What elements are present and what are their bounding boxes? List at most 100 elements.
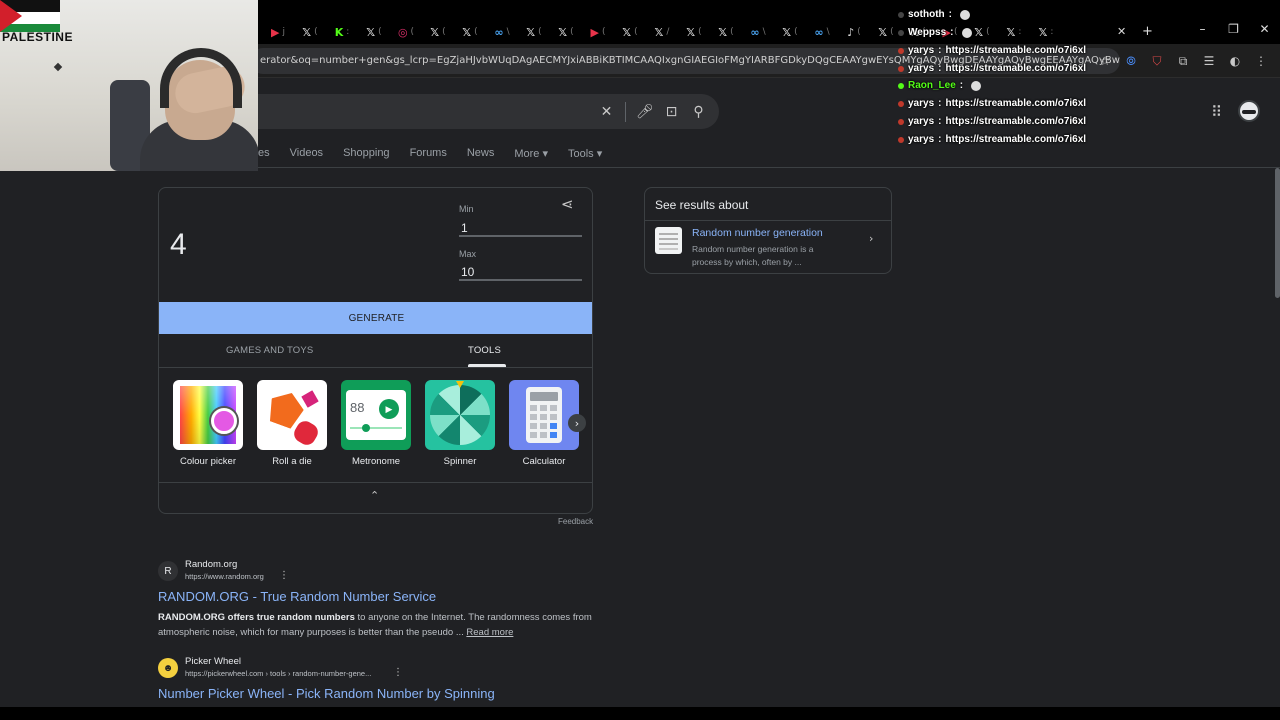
browser-tab[interactable]: 𝕏 /: [646, 22, 678, 42]
search-tab[interactable]: Tools ▾: [568, 147, 602, 160]
chat-message: Weppss :: [898, 27, 972, 38]
chevron-right-icon[interactable]: ›: [869, 232, 873, 245]
tool-spinner[interactable]: Spinner: [425, 380, 495, 467]
search-icon[interactable]: ⚲: [690, 104, 707, 120]
instagram-icon: ◎: [397, 25, 408, 39]
more-options-icon[interactable]: ⋮: [279, 570, 289, 581]
search-tab[interactable]: Videos: [290, 147, 323, 160]
emotes: [961, 27, 972, 38]
browser-tab[interactable]: 𝕏(: [710, 22, 742, 42]
browser-tab[interactable]: ◎(: [390, 22, 422, 42]
chat-username: sothoth: [908, 9, 945, 20]
browser-tab[interactable]: 𝕏(: [614, 22, 646, 42]
tab-title: \: [506, 27, 510, 37]
x-icon: 𝕏: [1006, 25, 1016, 39]
tools-next-chevron-icon[interactable]: ›: [568, 414, 586, 432]
search-tab[interactable]: Shopping: [343, 147, 390, 160]
close-tab-icon[interactable]: ✕: [1117, 25, 1126, 38]
extension-shield-icon[interactable]: ⛉: [1148, 54, 1166, 69]
browser-tab[interactable]: 𝕏(: [678, 22, 710, 42]
search-tab[interactable]: More ▾: [514, 147, 548, 160]
browser-tab[interactable]: ▶(: [582, 22, 614, 42]
chat-message: yarys : https://streamable.com/o7i6xl: [898, 63, 1086, 74]
browser-tab[interactable]: 𝕏:: [1030, 22, 1062, 42]
tool-label: Metronome: [351, 456, 401, 467]
site-url[interactable]: https://www.random.org: [185, 572, 264, 581]
x-icon: 𝕏: [302, 25, 312, 39]
tab-tools[interactable]: TOOLS: [468, 345, 501, 356]
tab-title: (: [794, 27, 798, 37]
app-icon: ∞: [814, 25, 824, 39]
search-tab[interactable]: es: [258, 147, 270, 160]
tab-games-and-toys[interactable]: GAMES AND TOYS: [226, 345, 313, 356]
chat-username: Weppss: [908, 27, 947, 38]
browser-tab[interactable]: ▶ j: [262, 22, 294, 42]
bookmark-star-icon[interactable]: ☆: [1096, 54, 1114, 69]
browser-tab[interactable]: 𝕏:: [998, 22, 1030, 42]
browser-tab[interactable]: 𝕏(: [358, 22, 390, 42]
page-scrollbar[interactable]: [1275, 168, 1280, 298]
user-badge-icon: [898, 100, 904, 107]
metronome-bpm: 88: [350, 400, 365, 415]
menu-kebab-icon[interactable]: ⋮: [1252, 54, 1270, 69]
voice-search-icon[interactable]: 🎤︎: [636, 104, 654, 120]
browser-tab[interactable]: K:: [326, 22, 358, 42]
tab-title: :: [1018, 27, 1022, 37]
browser-tab[interactable]: ♪(: [838, 22, 870, 42]
result-title[interactable]: Number Picker Wheel - Pick Random Number…: [158, 686, 495, 701]
chat-text: https://streamable.com/o7i6xl: [945, 116, 1087, 127]
browser-tab[interactable]: 𝕏(: [774, 22, 806, 42]
tab-title: (: [890, 27, 894, 37]
site-name[interactable]: Picker Wheel: [185, 656, 241, 667]
tool-metronome[interactable]: 88 ▶ Metronome: [341, 380, 411, 467]
account-avatar[interactable]: [1238, 100, 1260, 122]
chat-username: yarys: [908, 45, 935, 56]
browser-tab[interactable]: ∞ \: [486, 22, 518, 42]
collapse-chevron-up-icon[interactable]: ⌃: [370, 489, 379, 502]
tab-title: \: [826, 27, 830, 37]
feedback-link[interactable]: Feedback: [558, 517, 593, 526]
browser-tab[interactable]: ∞ \: [806, 22, 838, 42]
search-tab[interactable]: News: [467, 147, 495, 160]
google-apps-icon[interactable]: ⠿: [1211, 103, 1222, 121]
restore-button[interactable]: ❐: [1218, 22, 1249, 36]
lens-search-icon[interactable]: ⊡: [663, 104, 680, 120]
dice-icon: [257, 380, 327, 450]
calculator-icon: [509, 380, 579, 450]
extensions-puzzle-icon[interactable]: ⧉: [1174, 54, 1192, 69]
browser-tab[interactable]: 𝕏(: [518, 22, 550, 42]
browser-tab[interactable]: 𝕏(: [550, 22, 582, 42]
share-icon[interactable]: ⋖: [561, 195, 574, 213]
browser-tab[interactable]: ∞ \: [742, 22, 774, 42]
media-queue-icon[interactable]: ☰: [1200, 54, 1218, 69]
extension-audio-icon[interactable]: ⦾: [1122, 54, 1140, 69]
result-title[interactable]: RANDOM.ORG - True Random Number Service: [158, 589, 436, 604]
site-url[interactable]: https://pickerwheel.com › tools › random…: [185, 669, 371, 678]
clear-search-icon[interactable]: ✕: [598, 104, 615, 120]
max-input[interactable]: 10: [459, 265, 582, 281]
about-thumbnail[interactable]: [655, 227, 682, 254]
browser-tab[interactable]: 𝕏(: [454, 22, 486, 42]
app-icon: ∞: [494, 25, 504, 39]
search-box[interactable]: ✕ 🎤︎ ⊡ ⚲: [250, 94, 719, 129]
about-link[interactable]: Random number generation: [692, 227, 823, 239]
browser-tab[interactable]: 𝕏(: [422, 22, 454, 42]
search-tab[interactable]: Forums: [410, 147, 447, 160]
category-tabs: GAMES AND TOYS TOOLS: [159, 334, 592, 368]
metronome-icon: 88 ▶: [341, 380, 411, 450]
profile-icon[interactable]: ◐: [1226, 54, 1244, 69]
minimize-button[interactable]: –: [1187, 22, 1218, 36]
browser-tab[interactable]: 𝕏(: [294, 22, 326, 42]
new-tab-button[interactable]: +: [1142, 24, 1153, 39]
site-name[interactable]: Random.org: [185, 559, 237, 570]
generate-button[interactable]: GENERATE: [159, 302, 592, 334]
x-icon: 𝕏: [654, 25, 664, 39]
about-description: Random number generation is a process by…: [692, 244, 814, 267]
close-window-button[interactable]: ✕: [1249, 22, 1280, 36]
more-options-icon[interactable]: ⋮: [393, 667, 403, 678]
tool-roll-a-die[interactable]: Roll a die: [257, 380, 327, 467]
min-input[interactable]: 1: [459, 221, 582, 237]
tab-title: (: [986, 27, 990, 37]
tool-colour-picker[interactable]: Colour picker: [173, 380, 243, 467]
read-more-link[interactable]: Read more: [466, 627, 513, 638]
